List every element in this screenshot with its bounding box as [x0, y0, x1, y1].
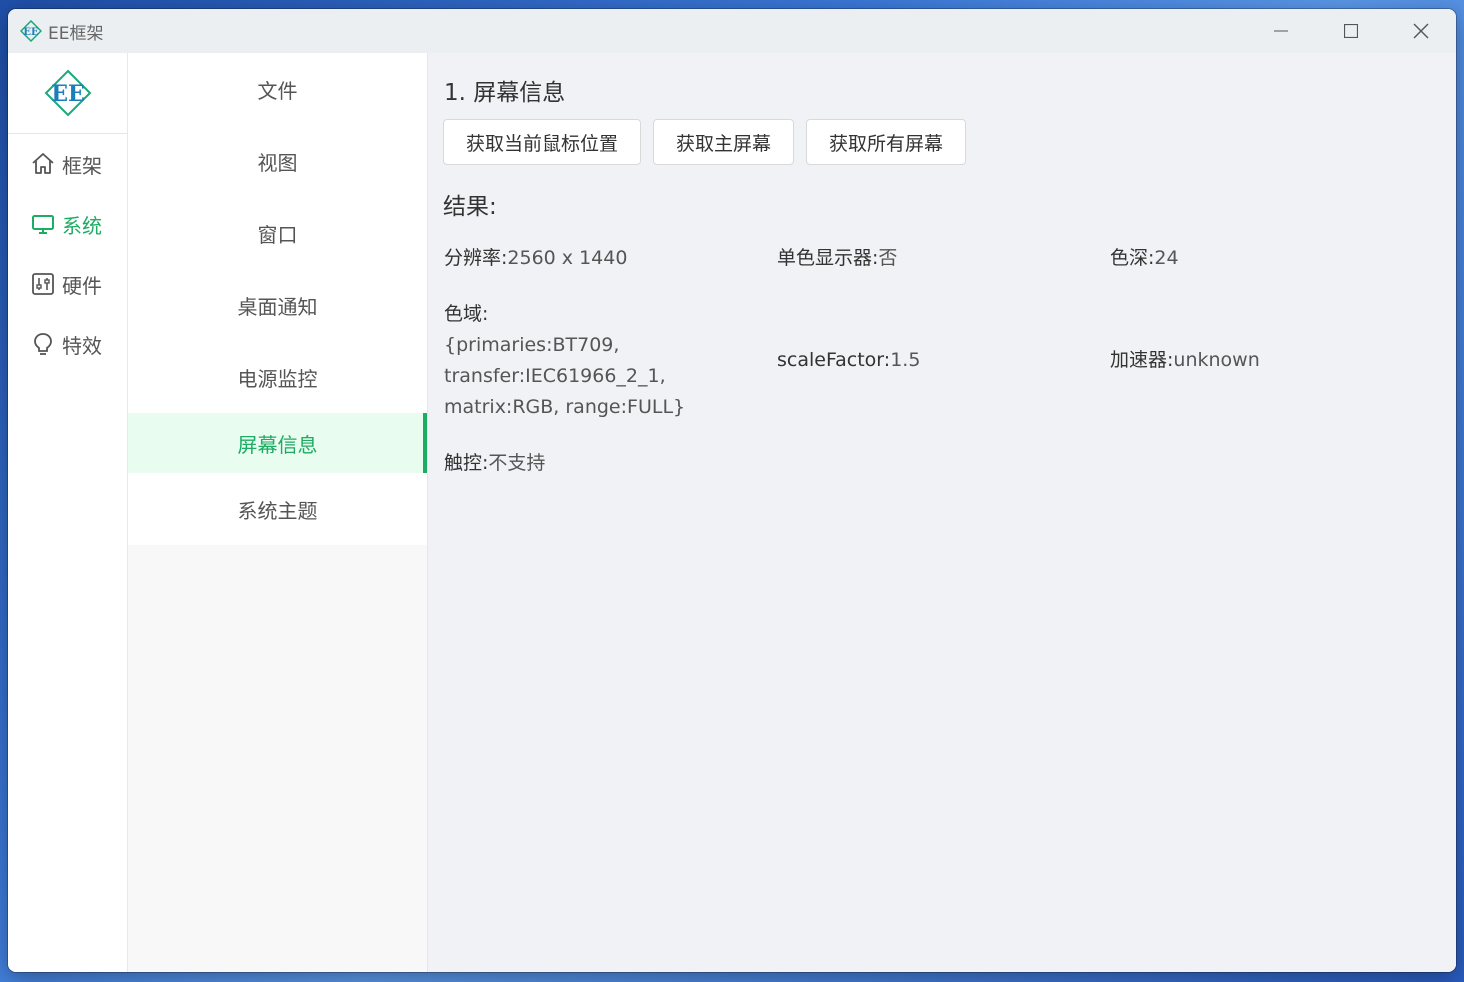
close-button[interactable]: [1386, 9, 1456, 53]
info-key: 单色显示器:: [777, 247, 879, 269]
get-all-screens-button[interactable]: 获取所有屏幕: [806, 119, 967, 165]
result-label: 结果:: [443, 194, 497, 220]
submenu-item-desktop-notification[interactable]: 桌面通知: [128, 269, 427, 341]
sliders-icon: [32, 273, 54, 295]
info-value: 否: [878, 247, 898, 269]
info-key: scaleFactor:: [777, 349, 891, 371]
get-cursor-position-button[interactable]: 获取当前鼠标位置: [443, 119, 642, 165]
get-primary-screen-button[interactable]: 获取主屏幕: [653, 119, 795, 165]
info-value-line: {primaries:BT709,: [444, 334, 620, 356]
window-title: EE框架: [48, 23, 104, 44]
rail-logo: EE: [8, 53, 127, 134]
minimize-button[interactable]: [1246, 9, 1316, 53]
info-value: 1.5: [890, 349, 921, 371]
submenu-item-window[interactable]: 窗口: [128, 197, 427, 269]
rail-item-system[interactable]: 系统: [8, 194, 127, 254]
info-value-line: matrix:RGB, range:FULL}: [444, 396, 686, 418]
info-key: 分辨率:: [444, 247, 508, 269]
monitor-icon: [32, 215, 54, 234]
rail-item-hardware[interactable]: 硬件: [8, 254, 127, 314]
submenu-item-view[interactable]: 视图: [128, 125, 427, 197]
info-key: 加速器:: [1110, 349, 1174, 371]
app-window: EE EE框架 EE 框架 系统 硬件 特效 文件 视图 窗口 桌面通知 电源监…: [8, 9, 1456, 972]
secondary-nav-menu: 文件 视图 窗口 桌面通知 电源监控 屏幕信息 系统主题: [128, 53, 428, 972]
section-title: 1. 屏幕信息: [444, 80, 566, 106]
info-color-space: 色域: {primaries:BT709, transfer:IEC61966_…: [444, 299, 685, 423]
main-content: 1. 屏幕信息 获取当前鼠标位置 获取主屏幕 获取所有屏幕 结果: 分辨率:25…: [428, 53, 1456, 972]
info-touch: 触控:不支持: [444, 448, 545, 479]
maximize-icon: [1344, 24, 1358, 38]
app-logo-icon: EE: [20, 20, 42, 42]
action-button-row: 获取当前鼠标位置 获取主屏幕 获取所有屏幕: [443, 119, 967, 165]
close-icon: [1413, 23, 1429, 39]
info-value: unknown: [1173, 349, 1260, 371]
rail-item-label: 框架: [62, 153, 102, 178]
info-value-line: transfer:IEC61966_2_1,: [444, 365, 666, 387]
title-bar[interactable]: EE EE框架: [8, 9, 1456, 53]
info-value: 2560 x 1440: [507, 247, 628, 269]
maximize-button[interactable]: [1316, 9, 1386, 53]
info-key: 触控:: [444, 452, 489, 474]
info-resolution: 分辨率:2560 x 1440: [444, 243, 627, 274]
minimize-icon: [1274, 30, 1288, 32]
info-value: 24: [1154, 247, 1179, 269]
submenu-item-power-monitor[interactable]: 电源监控: [128, 341, 427, 413]
rail-item-label: 系统: [62, 213, 102, 238]
home-icon: [32, 153, 54, 174]
rail-item-effects[interactable]: 特效: [8, 314, 127, 374]
info-monochrome: 单色显示器:否: [777, 243, 897, 274]
svg-text:EE: EE: [23, 27, 39, 38]
submenu-item-file[interactable]: 文件: [128, 53, 427, 125]
ee-logo-icon: EE: [44, 69, 91, 117]
svg-text:EE: EE: [51, 81, 85, 107]
info-accelerometer: 加速器:unknown: [1110, 345, 1260, 376]
info-value: 不支持: [488, 452, 546, 474]
info-scale-factor: scaleFactor:1.5: [777, 345, 920, 376]
bulb-icon: [34, 333, 52, 355]
info-key: 色域:: [444, 303, 489, 325]
info-key: 色深:: [1110, 247, 1155, 269]
rail-item-framework[interactable]: 框架: [8, 134, 127, 194]
rail-item-label: 特效: [62, 333, 102, 358]
submenu-item-screen-info[interactable]: 屏幕信息: [128, 413, 427, 473]
info-color-depth: 色深:24: [1110, 243, 1179, 274]
rail-item-label: 硬件: [62, 273, 102, 298]
primary-nav-rail: EE 框架 系统 硬件 特效: [8, 53, 128, 972]
submenu-item-system-theme[interactable]: 系统主题: [128, 473, 427, 545]
